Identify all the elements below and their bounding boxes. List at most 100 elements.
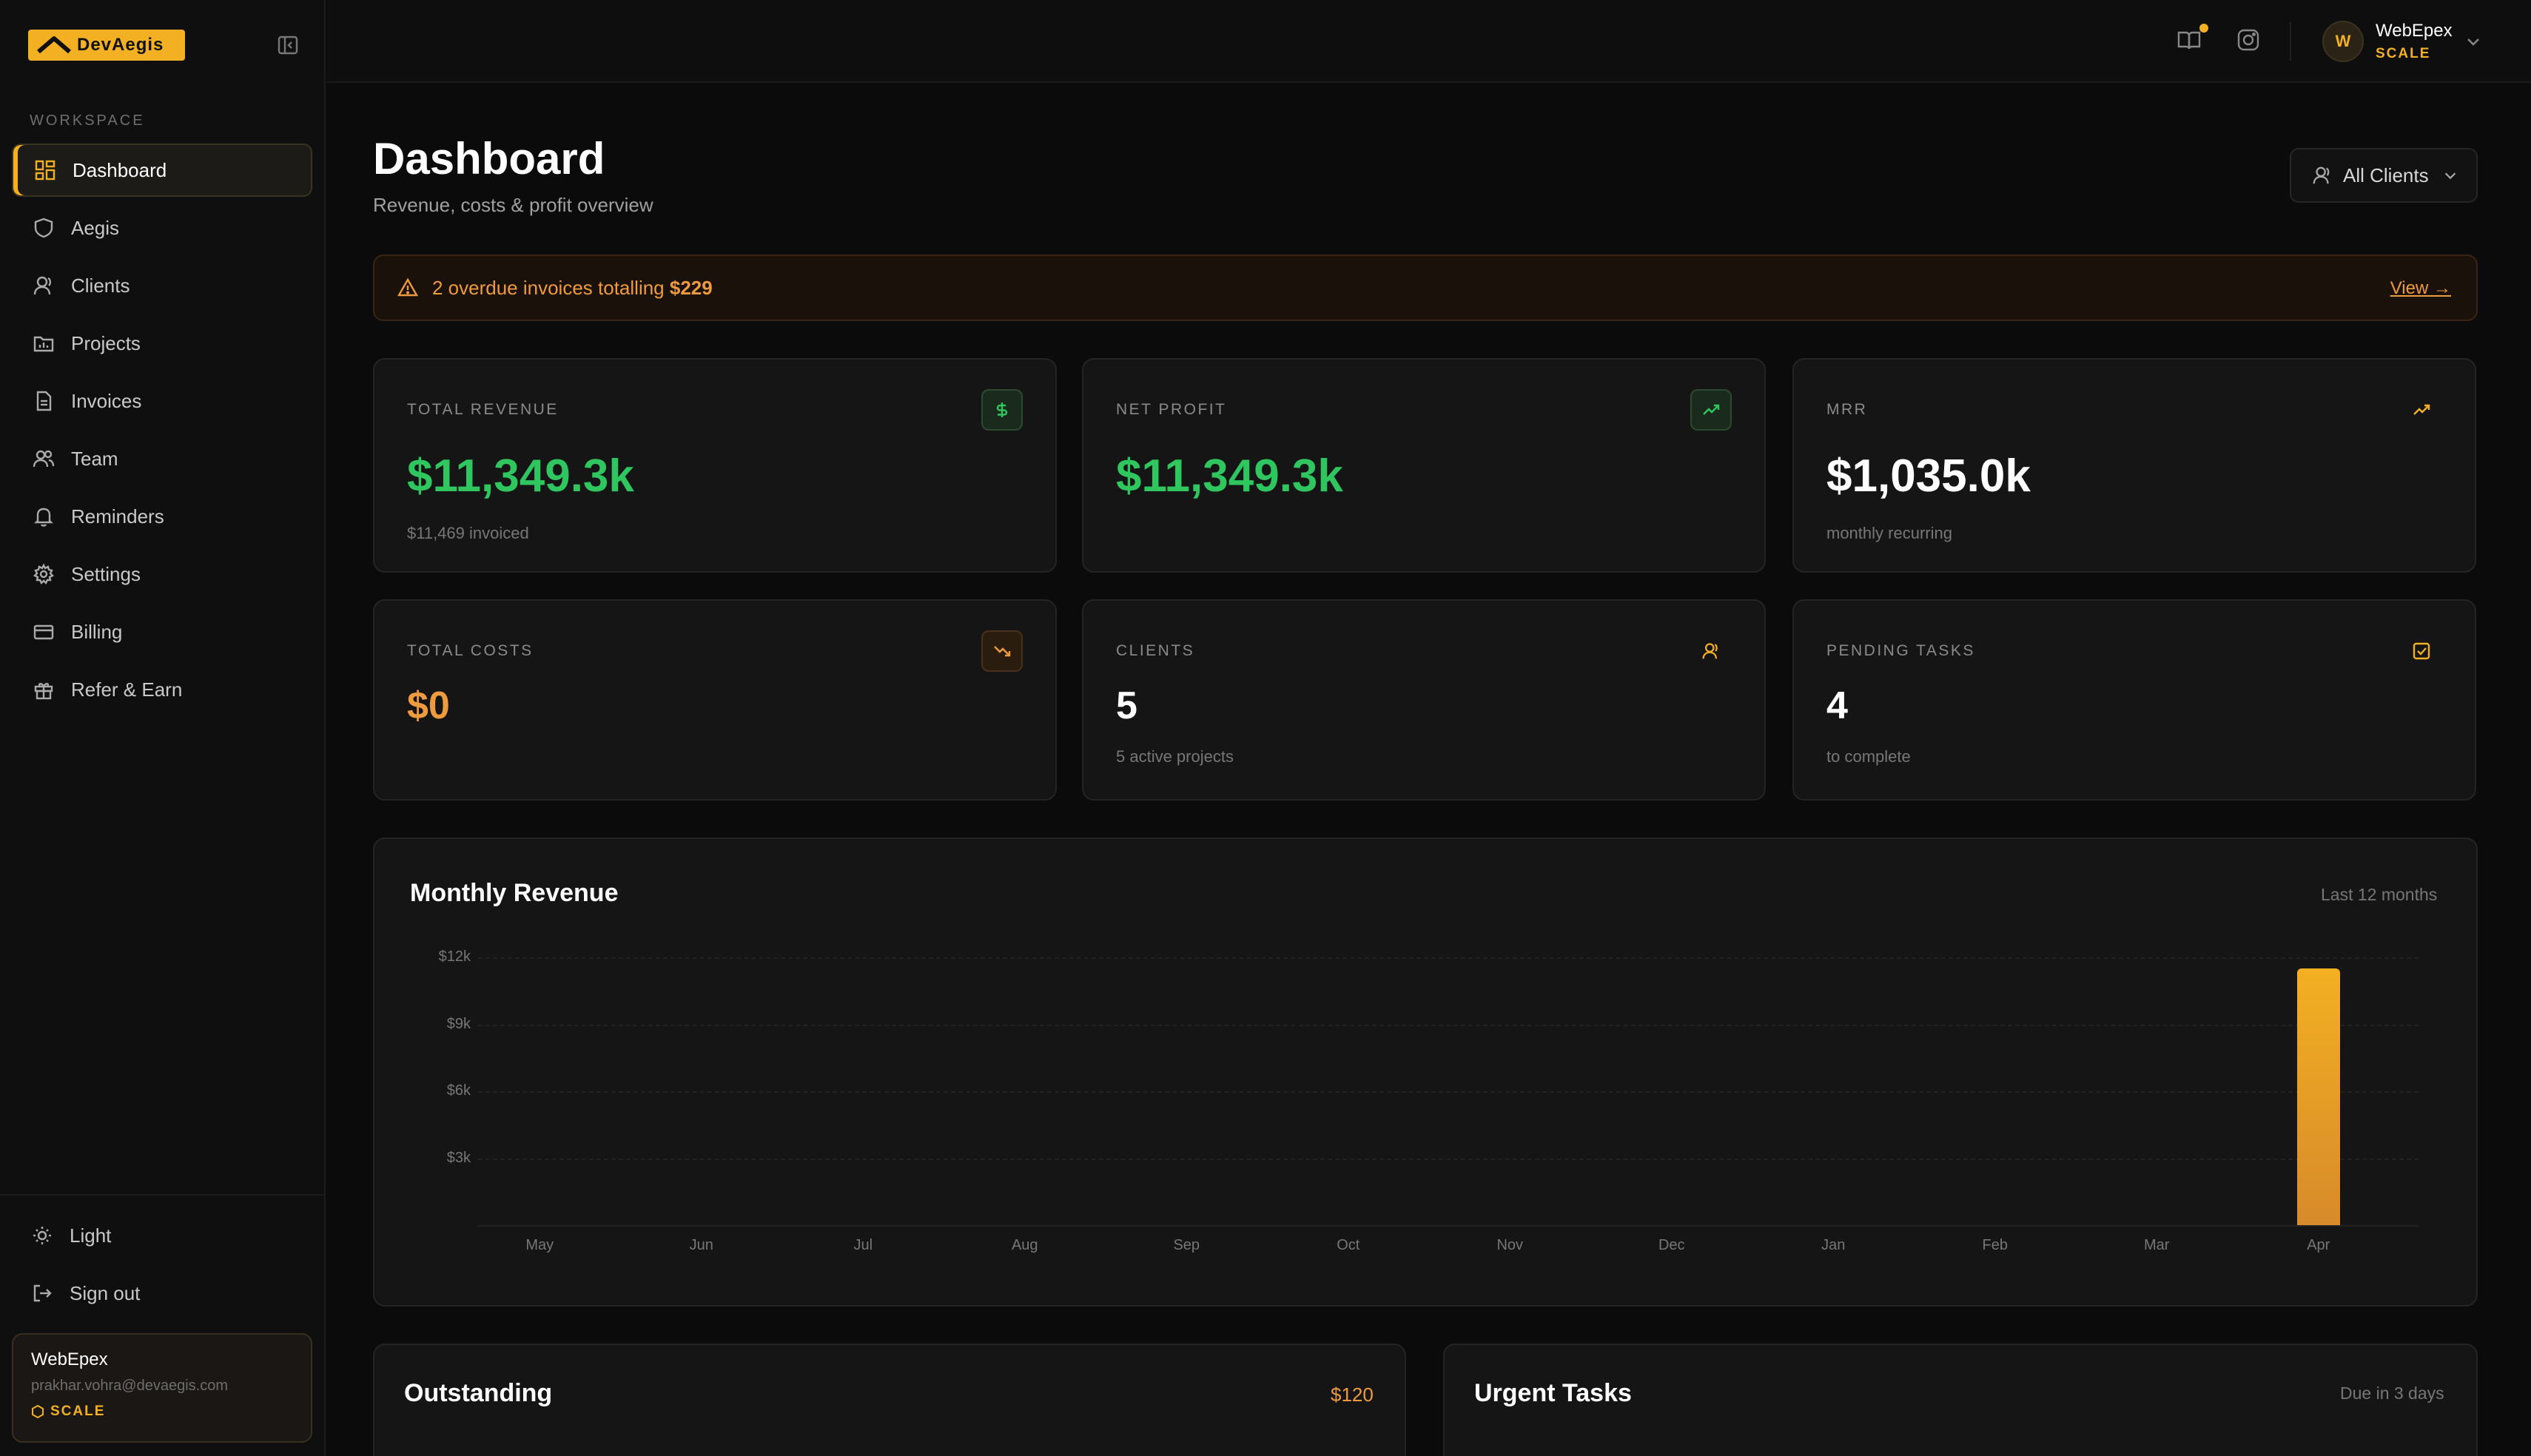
- sidebar-item-label: Aegis: [71, 216, 120, 239]
- logo-mark-icon: [37, 36, 71, 54]
- stat-label: NET PROFIT: [1116, 401, 1227, 418]
- chart-x-tick-label: Nov: [1496, 1237, 1524, 1253]
- topbar: W WebEpex SCALE: [327, 0, 2531, 83]
- dollar-icon: [981, 389, 1023, 431]
- chart-x-tick-label: Dec: [1658, 1237, 1685, 1253]
- chart-x-tick-label: Feb: [1982, 1237, 2008, 1253]
- stat-label: PENDING TASKS: [1826, 642, 1975, 659]
- hexagon-icon: [32, 1405, 44, 1418]
- theme-toggle[interactable]: Light: [12, 1209, 312, 1262]
- overdue-alert: 2 overdue invoices totalling $229 View →: [373, 255, 2478, 321]
- users-icon: [33, 448, 55, 470]
- brand-name: DevAegis: [77, 35, 164, 55]
- avatar[interactable]: W: [2322, 21, 2364, 62]
- stat-card-pending-tasks: PENDING TASKS 4 to complete: [1792, 599, 2476, 801]
- sidebar-item-label: Dashboard: [73, 158, 167, 181]
- chart-x-tick-label: Aug: [1011, 1237, 1038, 1253]
- stat-card-total-costs: TOTAL COSTS $0: [373, 599, 1057, 801]
- sidebar-item-invoices[interactable]: Invoices: [12, 374, 312, 428]
- sidebar-item-reminders[interactable]: Reminders: [12, 490, 312, 543]
- warning-icon: [397, 277, 419, 297]
- chart-y-tick-label: $12k: [438, 948, 471, 965]
- sidebar-item-settings[interactable]: Settings: [12, 547, 312, 601]
- file-icon: [33, 390, 55, 412]
- stat-note: to complete: [1826, 747, 1911, 766]
- section-label-workspace: WORKSPACE: [30, 112, 145, 129]
- stat-value: 4: [1826, 684, 1848, 727]
- sidebar-item-team[interactable]: Team: [12, 432, 312, 485]
- sidebar-item-refer-earn[interactable]: Refer & Earn: [12, 663, 312, 716]
- account-plan-badge: SCALE: [31, 1403, 293, 1420]
- account-name: WebEpex: [31, 1349, 108, 1369]
- chart-baseline: [478, 1225, 2419, 1227]
- grid-icon: [34, 159, 56, 181]
- sidebar-divider: [0, 1194, 326, 1196]
- theme-toggle-label: Light: [70, 1224, 112, 1247]
- sidebar-item-label: Reminders: [71, 505, 164, 528]
- sidebar-item-aegis[interactable]: Aegis: [12, 201, 312, 255]
- urgent-tasks-title: Urgent Tasks: [1474, 1379, 1632, 1407]
- chart-x-tick-label: Oct: [1337, 1237, 1360, 1253]
- chart-x-tick-label: Jun: [689, 1237, 713, 1253]
- chart-x-tick-label: Sep: [1173, 1237, 1200, 1253]
- gift-icon: [33, 678, 55, 701]
- chevron-down-icon: [2444, 172, 2456, 180]
- chart-bar[interactable]: [2296, 968, 2340, 1225]
- stat-value: 5: [1116, 684, 1137, 727]
- urgent-tasks-meta: Due in 3 days: [2340, 1383, 2444, 1403]
- sidebar-item-label: Refer & Earn: [71, 678, 183, 701]
- sidebar: DevAegis WORKSPACE Dashboard Aegis Clien…: [0, 0, 326, 1456]
- stat-label: MRR: [1826, 401, 1868, 418]
- chart-y-tick-label: $6k: [446, 1082, 471, 1099]
- chart-grid-line: [478, 1024, 2419, 1026]
- stat-label: CLIENTS: [1116, 642, 1195, 659]
- trend-up-icon: [1690, 389, 1732, 431]
- monthly-revenue-range: Last 12 months: [2321, 885, 2438, 904]
- sidebar-item-dashboard[interactable]: Dashboard: [12, 144, 312, 197]
- chart-grid-line: [478, 957, 2419, 959]
- user-icon: [1690, 630, 1732, 672]
- stat-value: $11,349.3k: [407, 451, 634, 502]
- user-plan: SCALE: [2376, 46, 2431, 61]
- sidebar-collapse-icon[interactable]: [277, 34, 299, 56]
- sidebar-item-billing[interactable]: Billing: [12, 605, 312, 658]
- sidebar-item-clients[interactable]: Clients: [12, 259, 312, 312]
- chart-x-tick-label: Mar: [2144, 1237, 2170, 1253]
- sidebar-item-label: Invoices: [71, 389, 142, 412]
- trend-down-icon: [981, 630, 1023, 672]
- brand-logo[interactable]: DevAegis: [28, 30, 185, 61]
- stat-value: $0: [407, 684, 450, 727]
- sign-out-button[interactable]: Sign out: [12, 1267, 312, 1320]
- stat-label: TOTAL REVENUE: [407, 401, 559, 418]
- stat-note: monthly recurring: [1826, 524, 1952, 542]
- chart-y-tick-label: $3k: [446, 1149, 471, 1166]
- account-card[interactable]: WebEpex prakhar.vohra@devaegis.com SCALE: [12, 1333, 312, 1443]
- stat-label: TOTAL COSTS: [407, 642, 534, 659]
- sidebar-item-label: Billing: [71, 620, 123, 643]
- instagram-icon[interactable]: [2235, 27, 2262, 53]
- alert-count-text: 2 overdue invoices totalling: [432, 276, 665, 299]
- sign-out-label: Sign out: [70, 1281, 141, 1304]
- sidebar-item-label: Projects: [71, 331, 141, 354]
- bell-icon: [33, 505, 55, 528]
- chevron-down-icon[interactable]: [2464, 33, 2482, 54]
- user-name[interactable]: WebEpex: [2376, 21, 2453, 41]
- chart-x-tick-label: May: [525, 1237, 554, 1253]
- chart-grid-line: [478, 1091, 2419, 1093]
- alert-message: 2 overdue invoices totalling $229: [432, 277, 713, 300]
- topbar-divider: [2290, 22, 2291, 61]
- sidebar-item-projects[interactable]: Projects: [12, 317, 312, 370]
- sun-icon: [31, 1224, 53, 1247]
- book-icon[interactable]: [2176, 27, 2202, 53]
- chart-x-tick-label: Jan: [1821, 1237, 1846, 1253]
- sign-out-icon: [31, 1282, 53, 1304]
- page-title: Dashboard: [373, 134, 605, 183]
- trend-up-icon: [2401, 389, 2442, 431]
- client-filter-label: All Clients: [2343, 164, 2429, 186]
- alert-amount: $229: [669, 276, 713, 299]
- alert-view-link[interactable]: View →: [2390, 278, 2451, 299]
- client-filter-dropdown[interactable]: All Clients: [2290, 148, 2478, 203]
- credit-card-icon: [33, 621, 55, 643]
- chart-grid-line: [478, 1158, 2419, 1160]
- outstanding-amount: $120: [1331, 1383, 1374, 1406]
